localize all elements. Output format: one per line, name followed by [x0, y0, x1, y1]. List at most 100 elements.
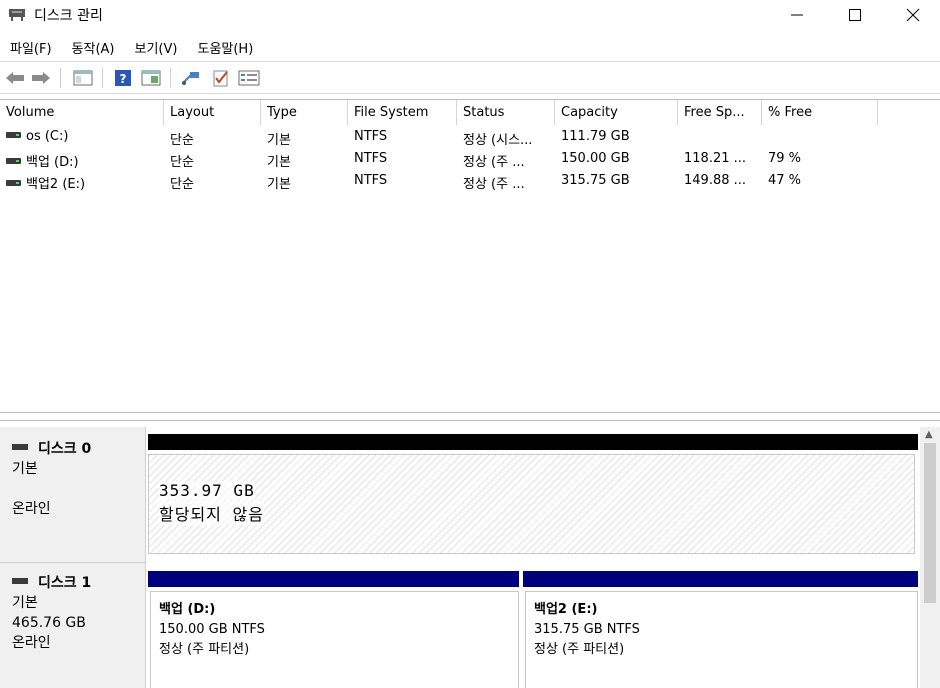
- maximize-icon: [849, 9, 861, 21]
- partition-size: 315.75 GB NTFS: [534, 622, 640, 637]
- minimize-button[interactable]: [774, 0, 820, 30]
- column-header-status[interactable]: Status: [457, 100, 555, 125]
- volume-layout: 단순: [170, 177, 194, 192]
- volume-list-header: Volume Layout Type File System Status Ca…: [0, 100, 940, 125]
- volume-percent-free: [762, 127, 878, 149]
- table-row[interactable]: 백업 (D:) 단순 기본 NTFS 정상 (주 ... 150.00 GB 1…: [0, 149, 940, 171]
- scrollbar-thumb[interactable]: [924, 443, 936, 603]
- disk-name: 디스크 0: [38, 441, 92, 457]
- volume-capacity: 150.00 GB: [561, 151, 630, 166]
- disk-icon: [12, 578, 28, 584]
- partition-e[interactable]: 백업2 (E:) 315.75 GB NTFS 정상 (주 파티션): [525, 591, 918, 688]
- unallocated-size: 353.97 GB: [159, 481, 255, 500]
- column-header-volume[interactable]: Volume: [0, 100, 164, 125]
- volume-status: 정상 (시스...: [463, 133, 533, 148]
- volume-file-system: NTFS: [354, 173, 388, 188]
- connect-disk-icon: [182, 72, 199, 85]
- volume-percent-free: 47 %: [768, 173, 802, 188]
- column-header-percent-free[interactable]: % Free: [762, 100, 878, 125]
- list-view-button[interactable]: [238, 68, 260, 88]
- volume-type: 기본: [267, 177, 291, 192]
- volume-list: Volume Layout Type File System Status Ca…: [0, 99, 940, 413]
- close-icon: [906, 8, 920, 22]
- volume-capacity: 111.79 GB: [561, 129, 630, 144]
- scroll-up-icon[interactable]: ▲: [925, 429, 933, 440]
- window-title: 디스크 관리: [34, 8, 103, 24]
- unallocated-region[interactable]: 353.97 GB 할당되지 않음: [148, 454, 915, 554]
- maximize-button[interactable]: [832, 0, 878, 30]
- volume-free-space: [678, 127, 762, 149]
- volume-capacity: 315.75 GB: [561, 173, 630, 188]
- volume-type: 기본: [267, 155, 291, 170]
- drive-icon: [6, 180, 21, 186]
- close-button[interactable]: [890, 0, 936, 30]
- properties-button[interactable]: [210, 68, 232, 88]
- volume-percent-free: 79 %: [768, 151, 802, 166]
- toolbar-separator: [60, 68, 61, 88]
- toolbar-separator: [170, 68, 171, 88]
- toolbar-separator: [102, 68, 103, 88]
- column-header-layout[interactable]: Layout: [164, 100, 261, 125]
- disk-icon: [12, 444, 28, 450]
- menu-bar: 파일(F) 동작(A) 보기(V) 도움말(H): [0, 34, 940, 60]
- show-hide-console-tree-button[interactable]: [72, 68, 94, 88]
- list-icon: [238, 70, 260, 86]
- menu-view[interactable]: 보기(V): [135, 38, 178, 57]
- volume-status: 정상 (주 ...: [463, 177, 525, 192]
- help-icon: ?: [115, 70, 131, 86]
- disk-0-label[interactable]: 디스크 0 기본 온라인: [0, 427, 146, 563]
- back-button[interactable]: [4, 68, 26, 88]
- partition-d-bar: [148, 571, 519, 587]
- column-header-free-space[interactable]: Free Sp...: [678, 100, 762, 125]
- volume-file-system: NTFS: [354, 129, 388, 144]
- volume-file-system: NTFS: [354, 151, 388, 166]
- volume-name: 백업 (D:): [26, 155, 79, 170]
- disk-size: [12, 479, 145, 499]
- toolbar: ?: [0, 61, 940, 94]
- volume-free-space: 118.21 ...: [684, 151, 747, 166]
- unallocated-label: 할당되지 않음: [159, 501, 264, 525]
- volume-free-space: 149.88 ...: [684, 173, 747, 188]
- forward-button[interactable]: [30, 68, 52, 88]
- disk-type: 기본: [12, 461, 38, 477]
- checkmark-document-icon: [213, 70, 228, 87]
- partition-e-bar: [523, 571, 918, 587]
- partition-d[interactable]: 백업 (D:) 150.00 GB NTFS 정상 (주 파티션): [150, 591, 519, 688]
- partition-status: 정상 (주 파티션): [534, 642, 625, 657]
- connect-virtual-disk-button[interactable]: [180, 68, 202, 88]
- disk-type: 기본: [12, 595, 38, 611]
- disk-management-icon: [9, 9, 25, 21]
- table-row[interactable]: 백업2 (E:) 단순 기본 NTFS 정상 (주 ... 315.75 GB …: [0, 171, 940, 193]
- partition-size: 150.00 GB NTFS: [159, 622, 265, 637]
- volume-name: 백업2 (E:): [26, 177, 86, 192]
- menu-help[interactable]: 도움말(H): [197, 38, 253, 57]
- unallocated-bar: [148, 434, 918, 450]
- action-pane-icon: [141, 70, 161, 86]
- disk-1-label[interactable]: 디스크 1 기본 465.76 GB 온라인: [0, 563, 146, 688]
- volume-status: 정상 (주 ...: [463, 155, 525, 170]
- minimize-icon: [791, 14, 803, 16]
- column-header-type[interactable]: Type: [261, 100, 348, 125]
- volume-layout: 단순: [170, 155, 194, 170]
- menu-action[interactable]: 동작(A): [72, 38, 115, 57]
- drive-icon: [6, 158, 21, 164]
- disk-state: 온라인: [12, 635, 51, 651]
- menu-file[interactable]: 파일(F): [10, 38, 52, 57]
- partition-name: 백업 (D:): [159, 602, 216, 617]
- partition-name: 백업2 (E:): [534, 602, 598, 617]
- volume-layout: 단순: [170, 133, 194, 148]
- table-row[interactable]: os (C:) 단순 기본 NTFS 정상 (시스... 111.79 GB: [0, 127, 940, 149]
- volume-type: 기본: [267, 133, 291, 148]
- disk-size: 465.76 GB: [12, 615, 86, 631]
- disk-state: 온라인: [12, 501, 51, 517]
- column-header-capacity[interactable]: Capacity: [555, 100, 678, 125]
- back-arrow-icon: [6, 72, 24, 84]
- console-tree-icon: [73, 70, 93, 86]
- column-header-file-system[interactable]: File System: [348, 100, 457, 125]
- show-hide-action-pane-button[interactable]: [140, 68, 162, 88]
- column-header-empty: [878, 100, 940, 125]
- help-button[interactable]: ?: [112, 68, 134, 88]
- volume-name: os (C:): [26, 129, 69, 144]
- forward-arrow-icon: [32, 72, 50, 84]
- disk-map-scrollbar[interactable]: ▲: [920, 427, 940, 688]
